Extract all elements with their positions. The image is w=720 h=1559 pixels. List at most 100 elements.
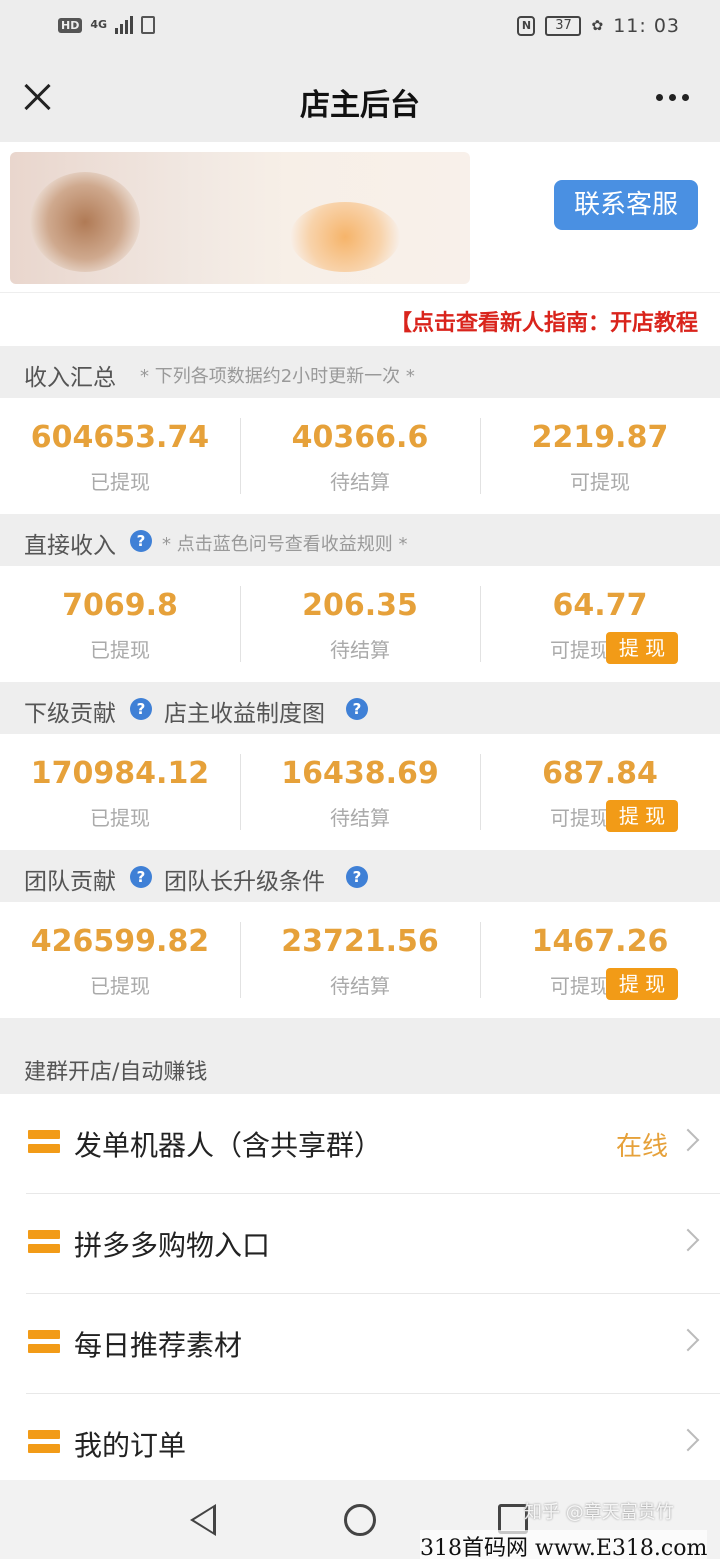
available-stat: 2219.87 可提现 bbox=[480, 398, 720, 514]
menu-item-my-orders[interactable]: 我的订单 bbox=[0, 1394, 720, 1494]
contact-service-button[interactable]: 联系客服 bbox=[554, 180, 698, 230]
available-value: 687.84 bbox=[542, 756, 658, 791]
pending-stat: 206.35 待结算 bbox=[240, 566, 480, 682]
team-upgrade-link[interactable]: 团队长升级条件 bbox=[164, 862, 325, 896]
group-title: 建群开店/自动赚钱 bbox=[24, 1060, 208, 1085]
pending-label: 待结算 bbox=[330, 638, 390, 662]
pending-value: 40366.6 bbox=[291, 420, 429, 455]
withdrawn-value: 170984.12 bbox=[30, 756, 210, 791]
online-status: 在线 bbox=[615, 1132, 668, 1162]
profile-card: 联系客服 bbox=[0, 142, 720, 292]
menu-icon bbox=[28, 1230, 60, 1254]
available-label: 可提现 bbox=[570, 470, 630, 494]
pending-value: 23721.56 bbox=[281, 924, 439, 959]
available-value: 2219.87 bbox=[531, 420, 669, 455]
chevron-right-icon bbox=[676, 1128, 700, 1152]
help-icon[interactable]: ? bbox=[130, 698, 152, 720]
power-saving-icon: ✿ bbox=[591, 18, 604, 34]
withdrawn-value: 604653.74 bbox=[30, 420, 210, 455]
update-note: * 下列各项数据约2小时更新一次 * bbox=[140, 366, 415, 387]
income-system-link[interactable]: 店主收益制度图 bbox=[164, 694, 325, 728]
status-left: HD 4G bbox=[58, 16, 156, 34]
guide-banner[interactable]: 【点击查看新人指南：开店教程 bbox=[0, 292, 720, 346]
chevron-right-icon bbox=[676, 1228, 700, 1252]
help-icon[interactable]: ? bbox=[346, 698, 368, 720]
withdraw-button[interactable]: 提 现 bbox=[606, 968, 678, 1000]
guide-link[interactable]: 【点击查看新人指南：开店教程 bbox=[390, 305, 698, 337]
menu-item-pdd-entry[interactable]: 拼多多购物入口 bbox=[0, 1194, 720, 1294]
menu-icon bbox=[28, 1330, 60, 1354]
withdraw-button[interactable]: 提 现 bbox=[606, 800, 678, 832]
team-contribution-header: 团队贡献 ? 团队长升级条件 ? bbox=[0, 850, 720, 902]
menu-item-label: 发单机器人（含共享群） bbox=[74, 1129, 383, 1162]
status-bar: HD 4G N 37 ✿ 11: 03 bbox=[0, 0, 720, 56]
withdrawn-label: 已提现 bbox=[90, 974, 150, 998]
clock: 11: 03 bbox=[613, 15, 680, 37]
menu-list: 发单机器人（含共享群） 在线 拼多多购物入口 每日推荐素材 我的订单 bbox=[0, 1094, 720, 1480]
hd-icon: HD bbox=[58, 17, 83, 33]
available-value: 64.77 bbox=[552, 588, 648, 623]
withdrawn-value: 7069.8 bbox=[62, 588, 178, 623]
avatar bbox=[30, 172, 140, 272]
network-type: 4G bbox=[90, 18, 108, 31]
site-watermark: 318首码网 www.E318.com bbox=[420, 1530, 708, 1559]
section-title: 收入汇总 bbox=[24, 365, 116, 391]
menu-group-header: 建群开店/自动赚钱 bbox=[0, 1040, 720, 1094]
signal-icon bbox=[115, 16, 134, 34]
title-bar: 店主后台 bbox=[0, 56, 720, 142]
battery-icon: 37 bbox=[545, 16, 582, 36]
withdrawn-label: 已提现 bbox=[90, 638, 150, 662]
pending-stat: 40366.6 待结算 bbox=[240, 398, 480, 514]
nfc-icon: N bbox=[517, 16, 536, 36]
withdrawn-label: 已提现 bbox=[90, 470, 150, 494]
pending-stat: 16438.69 待结算 bbox=[240, 734, 480, 850]
available-value: 1467.26 bbox=[531, 924, 669, 959]
available-stat: 1467.26 可提现 提 现 bbox=[480, 902, 720, 1018]
rule-note: * 点击蓝色问号查看收益规则 * bbox=[162, 534, 408, 555]
help-icon[interactable]: ? bbox=[130, 866, 152, 888]
section-title: 下级贡献 bbox=[24, 701, 116, 727]
pending-stat: 23721.56 待结算 bbox=[240, 902, 480, 1018]
chevron-right-icon bbox=[676, 1428, 700, 1452]
menu-item-order-bot[interactable]: 发单机器人（含共享群） 在线 bbox=[0, 1094, 720, 1194]
blurred-name bbox=[290, 202, 400, 272]
system-nav-bar: 知乎 @章天富贵竹 318首码网 www.E318.com bbox=[0, 1480, 720, 1559]
page-title: 店主后台 bbox=[300, 88, 420, 123]
pending-value: 206.35 bbox=[302, 588, 418, 623]
sim-icon bbox=[141, 16, 156, 34]
menu-item-label: 我的订单 bbox=[74, 1429, 187, 1462]
back-icon[interactable] bbox=[190, 1504, 216, 1536]
pending-label: 待结算 bbox=[330, 974, 390, 998]
direct-income-stats: 7069.8 已提现 206.35 待结算 64.77 可提现 提 现 bbox=[0, 566, 720, 682]
pending-label: 待结算 bbox=[330, 806, 390, 830]
withdrawn-label: 已提现 bbox=[90, 806, 150, 830]
withdraw-button[interactable]: 提 现 bbox=[606, 632, 678, 664]
help-icon[interactable]: ? bbox=[130, 530, 152, 552]
menu-item-daily-materials[interactable]: 每日推荐素材 bbox=[0, 1294, 720, 1394]
team-contribution-stats: 426599.82 已提现 23721.56 待结算 1467.26 可提现 提… bbox=[0, 902, 720, 1018]
direct-income-header: 直接收入 ? * 点击蓝色问号查看收益规则 * bbox=[0, 514, 720, 566]
withdrawn-stat: 7069.8 已提现 bbox=[0, 566, 240, 682]
status-right: N 37 ✿ 11: 03 bbox=[517, 15, 680, 37]
help-icon[interactable]: ? bbox=[346, 866, 368, 888]
home-icon[interactable] bbox=[344, 1504, 376, 1536]
sub-contribution-stats: 170984.12 已提现 16438.69 待结算 687.84 可提现 提 … bbox=[0, 734, 720, 850]
withdrawn-stat: 426599.82 已提现 bbox=[0, 902, 240, 1018]
section-title: 直接收入 bbox=[24, 533, 116, 559]
zhihu-watermark: 知乎 @章天富贵竹 bbox=[524, 1502, 674, 1523]
withdrawn-stat: 170984.12 已提现 bbox=[0, 734, 240, 850]
sub-contribution-header: 下级贡献 ? 店主收益制度图 ? bbox=[0, 682, 720, 734]
pending-label: 待结算 bbox=[330, 470, 390, 494]
menu-item-label: 拼多多购物入口 bbox=[74, 1229, 271, 1262]
more-options-icon[interactable] bbox=[652, 82, 692, 112]
available-stat: 64.77 可提现 提 现 bbox=[480, 566, 720, 682]
menu-item-label: 每日推荐素材 bbox=[74, 1329, 243, 1362]
pending-value: 16438.69 bbox=[281, 756, 439, 791]
withdrawn-value: 426599.82 bbox=[30, 924, 210, 959]
menu-icon bbox=[28, 1130, 60, 1154]
available-stat: 687.84 可提现 提 现 bbox=[480, 734, 720, 850]
withdrawn-stat: 604653.74 已提现 bbox=[0, 398, 240, 514]
section-title: 团队贡献 bbox=[24, 869, 116, 895]
income-summary-header: 收入汇总 * 下列各项数据约2小时更新一次 * bbox=[0, 346, 720, 398]
menu-icon bbox=[28, 1430, 60, 1454]
